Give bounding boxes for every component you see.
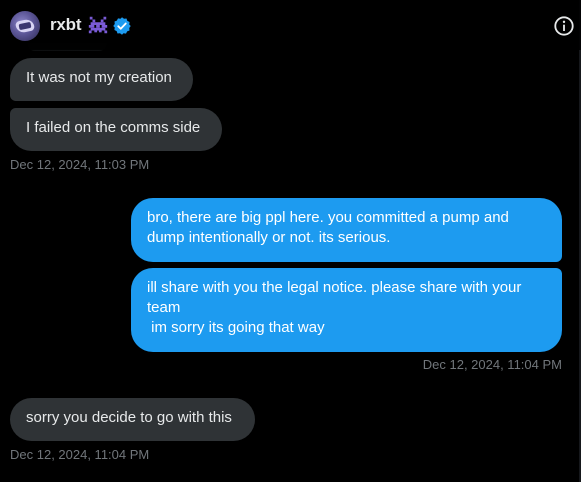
avatar[interactable] <box>10 11 40 41</box>
alien-emoji-icon <box>88 16 108 34</box>
incoming-message-bubble[interactable]: It was not my creation <box>10 58 193 101</box>
info-icon[interactable] <box>553 15 575 37</box>
dm-conversation-view: rxbt It was not my creation I failed on … <box>0 0 581 482</box>
incoming-message-bubble[interactable]: I failed on the comms side <box>10 108 222 151</box>
outgoing-message-bubble[interactable]: ill share with you the legal notice. ple… <box>131 268 562 352</box>
outgoing-message-bubble[interactable]: bro, there are big ppl here. you committ… <box>131 198 562 262</box>
conversation-header: rxbt <box>0 0 581 50</box>
verified-badge-icon <box>113 17 131 35</box>
message-timestamp: Dec 12, 2024, 11:04 PM <box>422 357 562 372</box>
message-timestamp: Dec 12, 2024, 11:04 PM <box>10 447 150 462</box>
contact-name[interactable]: rxbt <box>50 15 82 35</box>
message-timestamp: Dec 12, 2024, 11:03 PM <box>10 157 150 172</box>
incoming-message-bubble[interactable]: sorry you decide to go with this <box>10 398 255 441</box>
